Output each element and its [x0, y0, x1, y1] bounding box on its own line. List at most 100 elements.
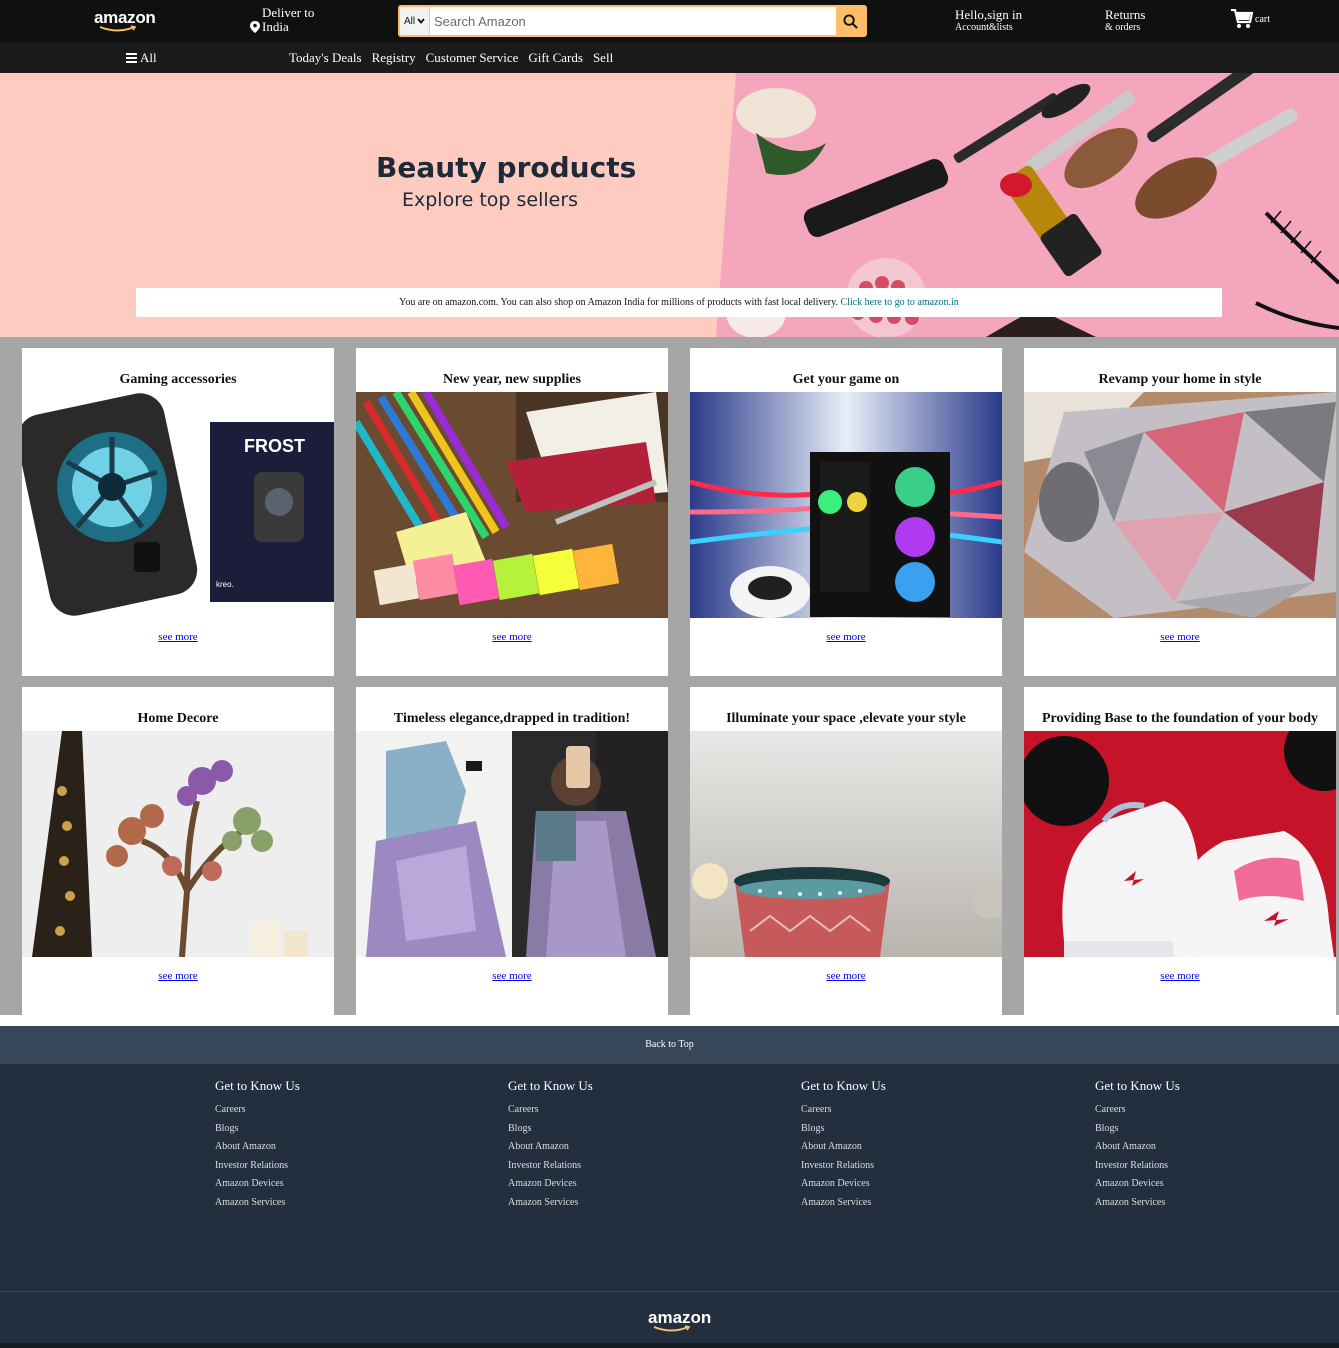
- hero-banner[interactable]: Beauty products Explore top sellers You …: [0, 73, 1339, 337]
- footer-links: Get to Know Us Careers Blogs About Amazo…: [0, 1064, 1339, 1291]
- category-card-new-year-supplies[interactable]: New year, new supplies see more: [356, 348, 668, 676]
- see-more-link[interactable]: see more: [356, 631, 668, 643]
- nav-link-todays-deals[interactable]: Today's Deals: [289, 50, 362, 66]
- footer-link-blogs[interactable]: Blogs: [801, 1120, 886, 1139]
- category-card-gaming-accessories[interactable]: Gaming accessories FROST kreo. see more: [22, 348, 334, 676]
- category-card-illuminate-space[interactable]: Illuminate your space ,elevate your styl…: [690, 687, 1002, 1015]
- hamburger-menu-icon: [126, 53, 137, 63]
- footer-link-amazon-devices[interactable]: Amazon Devices: [1095, 1175, 1180, 1194]
- see-more-link[interactable]: see more: [22, 631, 334, 643]
- top-navbar: amazon Deliver to India All Hello,sign i…: [0, 0, 1339, 43]
- category-card-footwear[interactable]: Providing Base to the foundation of your…: [1024, 687, 1336, 1015]
- nav-link-sell[interactable]: Sell: [593, 50, 613, 66]
- footer-column-heading: Get to Know Us: [1095, 1078, 1180, 1093]
- subnav-links: Today's Deals Registry Customer Service …: [289, 50, 613, 66]
- footer-link-careers[interactable]: Careers: [801, 1101, 886, 1120]
- see-more-link[interactable]: see more: [22, 970, 334, 982]
- footer-link-amazon-services[interactable]: Amazon Services: [215, 1194, 300, 1213]
- footer-column-heading: Get to Know Us: [801, 1078, 886, 1093]
- footer-column: Get to Know Us Careers Blogs About Amazo…: [215, 1078, 300, 1213]
- footer-link-investor-relations[interactable]: Investor Relations: [801, 1157, 886, 1176]
- footer-link-amazon-devices[interactable]: Amazon Devices: [508, 1175, 593, 1194]
- see-more-link[interactable]: see more: [690, 631, 1002, 643]
- gaming-pc-image: [690, 392, 1002, 618]
- footer-column-heading: Get to Know Us: [215, 1078, 300, 1093]
- hero-title: Beauty products: [376, 151, 637, 184]
- deliver-to[interactable]: Deliver to India: [250, 6, 314, 34]
- footer-link-about-amazon[interactable]: About Amazon: [508, 1138, 593, 1157]
- see-more-link[interactable]: see more: [356, 970, 668, 982]
- search-input[interactable]: [430, 7, 836, 35]
- back-to-top-button[interactable]: Back to Top: [0, 1026, 1339, 1064]
- svg-text:kreo.: kreo.: [216, 580, 234, 589]
- footer-link-amazon-services[interactable]: Amazon Services: [801, 1194, 886, 1213]
- orders-label: & orders: [1105, 22, 1141, 33]
- category-card-home-decore[interactable]: Home Decore see more: [22, 687, 334, 1015]
- search-icon: [843, 13, 858, 29]
- footer-link-careers[interactable]: Careers: [1095, 1101, 1180, 1120]
- sneakers-image: [1024, 731, 1336, 957]
- footer-link-amazon-services[interactable]: Amazon Services: [1095, 1194, 1180, 1213]
- category-card-timeless-elegance[interactable]: Timeless elegance,drapped in tradition! …: [356, 687, 668, 1015]
- footer-link-blogs[interactable]: Blogs: [1095, 1120, 1180, 1139]
- lantern-image: [690, 731, 1002, 957]
- footer-link-investor-relations[interactable]: Investor Relations: [215, 1157, 300, 1176]
- footer-bottom-bar: [0, 1343, 1339, 1348]
- footer-link-blogs[interactable]: Blogs: [508, 1120, 593, 1139]
- footer-link-investor-relations[interactable]: Investor Relations: [508, 1157, 593, 1176]
- footer-link-about-amazon[interactable]: About Amazon: [215, 1138, 300, 1157]
- footer-link-amazon-devices[interactable]: Amazon Devices: [801, 1175, 886, 1194]
- returns-label: Returns: [1105, 7, 1146, 22]
- search-button[interactable]: [836, 7, 865, 35]
- card-title: Revamp your home in style: [1098, 372, 1262, 387]
- see-more-link[interactable]: see more: [690, 970, 1002, 982]
- notice-link-amazon-in[interactable]: Click here to go to amazon.in: [841, 297, 959, 308]
- all-menu-button[interactable]: All: [126, 50, 157, 66]
- footer-link-about-amazon[interactable]: About Amazon: [801, 1138, 886, 1157]
- chevron-down-icon: [417, 18, 425, 24]
- logo-smile-icon: [653, 1325, 691, 1332]
- deliver-country: India: [262, 19, 289, 34]
- cart-label: cart: [1255, 14, 1270, 25]
- returns-orders[interactable]: Returns & orders: [1105, 8, 1145, 34]
- footer-column-heading: Get to Know Us: [508, 1078, 593, 1093]
- footer-column: Get to Know Us Careers Blogs About Amazo…: [1095, 1078, 1180, 1213]
- hero-subtitle: Explore top sellers: [402, 189, 579, 211]
- see-more-link[interactable]: see more: [1024, 970, 1336, 982]
- footer-link-blogs[interactable]: Blogs: [215, 1120, 300, 1139]
- search-category-label: All: [403, 15, 416, 27]
- footer-link-investor-relations[interactable]: Investor Relations: [1095, 1157, 1180, 1176]
- category-card-revamp-home[interactable]: Revamp your home in style see more: [1024, 348, 1336, 676]
- footer-column: Get to Know Us Careers Blogs About Amazo…: [801, 1078, 886, 1213]
- card-title: Illuminate your space ,elevate your styl…: [726, 711, 966, 726]
- card-title: Gaming accessories: [119, 372, 237, 387]
- card-title: New year, new supplies: [443, 372, 581, 387]
- see-more-link[interactable]: see more: [1024, 631, 1336, 643]
- rug-image: [1024, 392, 1336, 618]
- nav-link-customer-service[interactable]: Customer Service: [426, 50, 519, 66]
- footer-link-about-amazon[interactable]: About Amazon: [1095, 1138, 1180, 1157]
- nav-link-registry[interactable]: Registry: [372, 50, 416, 66]
- cart-button[interactable]: cart: [1231, 9, 1270, 29]
- card-title: Timeless elegance,drapped in tradition!: [393, 711, 631, 726]
- phone-cooler-image: FROST kreo.: [22, 392, 334, 618]
- card-title: Providing Base to the foundation of your…: [1041, 711, 1319, 726]
- logo-smile-icon: [99, 25, 137, 32]
- footer-link-careers[interactable]: Careers: [215, 1101, 300, 1120]
- svg-text:FROST: FROST: [244, 436, 305, 456]
- saree-image: [356, 731, 668, 957]
- account-signin[interactable]: Hello,sign in Account&lists: [955, 8, 1022, 34]
- nav-link-gift-cards[interactable]: Gift Cards: [528, 50, 583, 66]
- search-bar: All: [398, 5, 867, 37]
- footer-link-amazon-services[interactable]: Amazon Services: [508, 1194, 593, 1213]
- category-card-game-on[interactable]: Get your game on see more: [690, 348, 1002, 676]
- stationery-image: [356, 392, 668, 618]
- card-title: Get your game on: [792, 372, 900, 387]
- footer-link-amazon-devices[interactable]: Amazon Devices: [215, 1175, 300, 1194]
- gem-tree-image: [22, 731, 334, 957]
- search-category-select[interactable]: All: [400, 7, 430, 35]
- footer-column: Get to Know Us Careers Blogs About Amazo…: [508, 1078, 593, 1213]
- locale-notice: You are on amazon.com. You can also shop…: [136, 288, 1222, 317]
- footer-link-careers[interactable]: Careers: [508, 1101, 593, 1120]
- product-category-grid: Gaming accessories FROST kreo. see more …: [0, 337, 1339, 1015]
